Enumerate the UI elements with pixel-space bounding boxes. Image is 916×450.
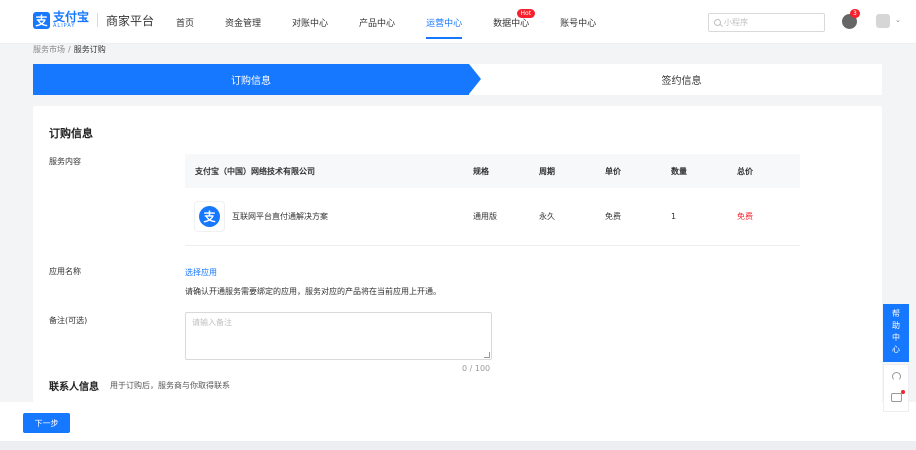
section-title: 订购信息 xyxy=(49,127,93,140)
brand-logo[interactable]: 支 支付宝 ALIPAY 商家平台 xyxy=(33,11,154,29)
service-name: 互联网平台直付通解决方案 xyxy=(232,212,328,221)
service-table: 支付宝（中国）网络技术有限公司 规格 周期 单价 数量 总价 支 互联网平台直付… xyxy=(185,154,800,246)
alipay-logo-icon: 支 xyxy=(33,11,50,29)
unread-dot xyxy=(901,390,905,394)
platform-name: 商家平台 xyxy=(106,13,155,28)
remark-textarea[interactable] xyxy=(185,312,492,360)
service-total: 免费 xyxy=(737,212,753,221)
brand-name: 支付宝 ALIPAY xyxy=(53,11,89,29)
brand-name-en: ALIPAY xyxy=(53,23,76,29)
top-navigation-bar: 支 支付宝 ALIPAY 商家平台 首页 资金管理 对账中心 产品中心 运营中心… xyxy=(0,0,916,44)
help-center-button[interactable]: 帮 助 中 心 xyxy=(883,304,909,362)
column-header-quantity: 数量 xyxy=(671,166,687,176)
step-progress: 订购信息 签约信息 xyxy=(33,64,882,95)
remark-label: 备注(可选) xyxy=(49,316,88,325)
select-app-link[interactable]: 选择应用 xyxy=(185,267,217,278)
app-hint: 请确认开通服务需要绑定的应用，服务对应的产品将在当前应用上开通。 xyxy=(185,287,441,296)
help-char: 心 xyxy=(892,345,900,354)
headset-icon[interactable] xyxy=(892,372,901,381)
avatar[interactable] xyxy=(876,14,890,28)
column-header-total: 总价 xyxy=(737,166,753,176)
column-header-spec: 规格 xyxy=(473,166,489,176)
step-order-info: 订购信息 xyxy=(33,64,469,95)
column-header-company: 支付宝（中国）网络技术有限公司 xyxy=(195,166,315,176)
contact-subtitle: 用于订购后，服务商与你取得联系 xyxy=(110,381,230,390)
nav-item-reconciliation[interactable]: 对账中心 xyxy=(292,0,328,44)
breadcrumb-separator: / xyxy=(68,45,71,54)
breadcrumb: 服务市场 / 服务订购 xyxy=(33,44,106,55)
resize-handle-icon[interactable] xyxy=(484,352,490,358)
nav-item-home[interactable]: 首页 xyxy=(176,0,194,44)
service-icon: 支 xyxy=(195,202,224,231)
nav-item-account[interactable]: 账号中心 xyxy=(560,0,596,44)
next-step-button[interactable]: 下一步 xyxy=(23,413,70,433)
help-char: 助 xyxy=(892,321,900,330)
chat-icon[interactable] xyxy=(891,393,902,402)
help-char: 帮 xyxy=(892,309,900,318)
side-toolbar xyxy=(883,364,909,412)
table-header: 支付宝（中国）网络技术有限公司 规格 周期 单价 数量 总价 xyxy=(185,154,800,188)
search-icon xyxy=(714,19,721,26)
app-name-label: 应用名称 xyxy=(49,267,81,276)
service-cell: 支 互联网平台直付通解决方案 xyxy=(185,202,473,231)
nav-item-products[interactable]: 产品中心 xyxy=(359,0,395,44)
service-quantity: 1 xyxy=(671,212,677,221)
step-sign-info: 签约信息 xyxy=(661,76,702,87)
chevron-down-icon[interactable]: ⌄ xyxy=(895,16,901,24)
service-spec: 通用版 xyxy=(473,212,497,221)
remark-counter: 0 / 100 xyxy=(462,364,491,373)
service-unit-price: 免费 xyxy=(605,212,621,221)
step-arrow xyxy=(469,64,481,94)
column-header-unit-price: 单价 xyxy=(605,166,621,176)
table-row: 支 互联网平台直付通解决方案 通用版 永久 免费 1 免费 xyxy=(185,188,800,246)
hot-badge: Hot xyxy=(516,9,536,18)
service-period: 永久 xyxy=(539,212,555,221)
brand-name-cn: 支付宝 xyxy=(53,10,90,24)
notification-badge: 3 xyxy=(850,9,860,18)
help-char: 中 xyxy=(892,333,900,342)
breadcrumb-current: 服务订购 xyxy=(73,45,106,54)
main-nav: 首页 资金管理 对账中心 产品中心 运营中心 数据中心 Hot 账号中心 xyxy=(176,0,596,44)
nav-item-funds[interactable]: 资金管理 xyxy=(225,0,261,44)
search-box[interactable] xyxy=(708,13,825,32)
breadcrumb-parent[interactable]: 服务市场 xyxy=(33,45,65,54)
nav-item-data[interactable]: 数据中心 Hot xyxy=(493,0,536,44)
search-input[interactable] xyxy=(724,18,814,27)
service-content-label: 服务内容 xyxy=(49,157,81,166)
contact-title: 联系人信息 xyxy=(49,382,99,393)
order-form-card: 订购信息 服务内容 支付宝（中国）网络技术有限公司 规格 周期 单价 数量 总价… xyxy=(33,106,882,402)
bottom-strip xyxy=(0,441,916,450)
column-header-period: 周期 xyxy=(539,166,555,176)
logo-divider xyxy=(97,13,99,27)
nav-item-operations[interactable]: 运营中心 xyxy=(426,0,463,44)
alipay-service-icon: 支 xyxy=(199,206,220,227)
